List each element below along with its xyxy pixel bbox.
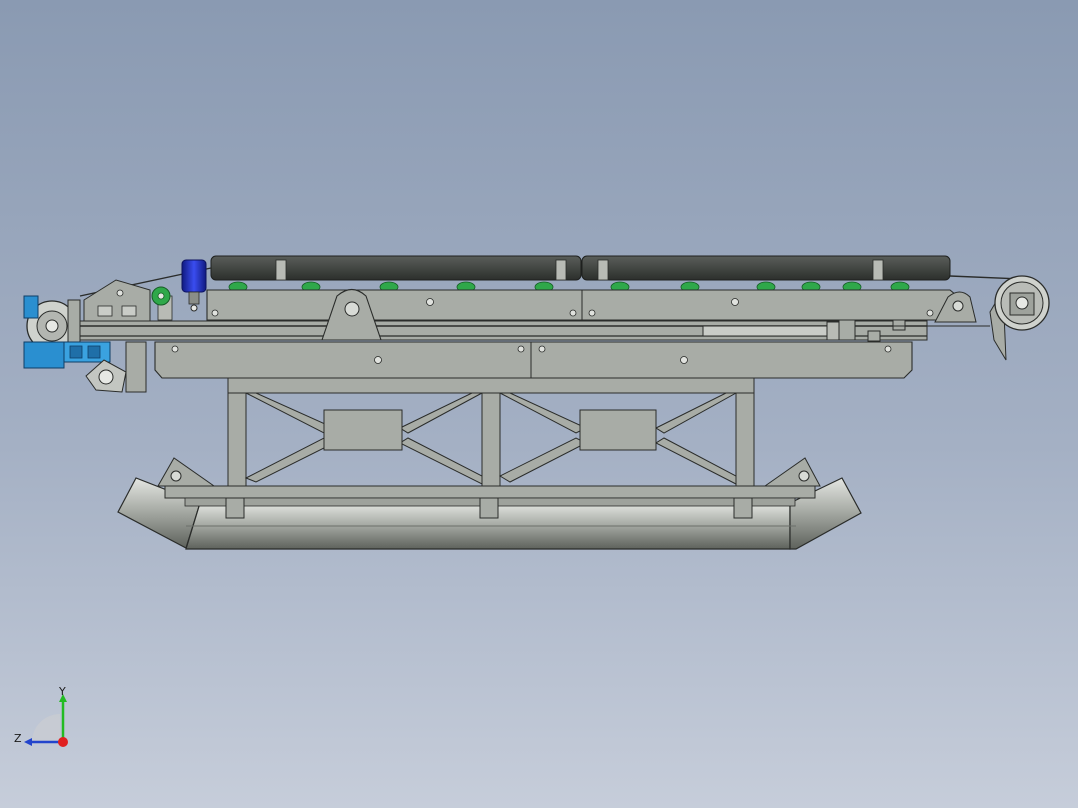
triad-arc <box>32 714 60 742</box>
base-end-gusset-right <box>763 457 821 487</box>
cad-viewport[interactable]: Y Z <box>0 0 1078 808</box>
y-axis-label: Y <box>58 685 66 698</box>
snub-roller <box>151 286 171 306</box>
view-orientation-triad[interactable]: Y Z <box>10 684 80 754</box>
support-truss <box>227 374 755 487</box>
base-end-gusset-left <box>157 457 216 487</box>
lower-side-plate <box>154 341 913 379</box>
tail-pulley <box>989 275 1050 361</box>
upper-side-plate <box>206 289 963 321</box>
photo-sensor <box>181 259 207 312</box>
z-axis-label: Z <box>14 732 22 745</box>
x-axis-dot-icon <box>58 737 68 747</box>
z-axis-arrow-icon <box>24 738 32 746</box>
conveyor-assembly-model[interactable] <box>0 0 1078 808</box>
